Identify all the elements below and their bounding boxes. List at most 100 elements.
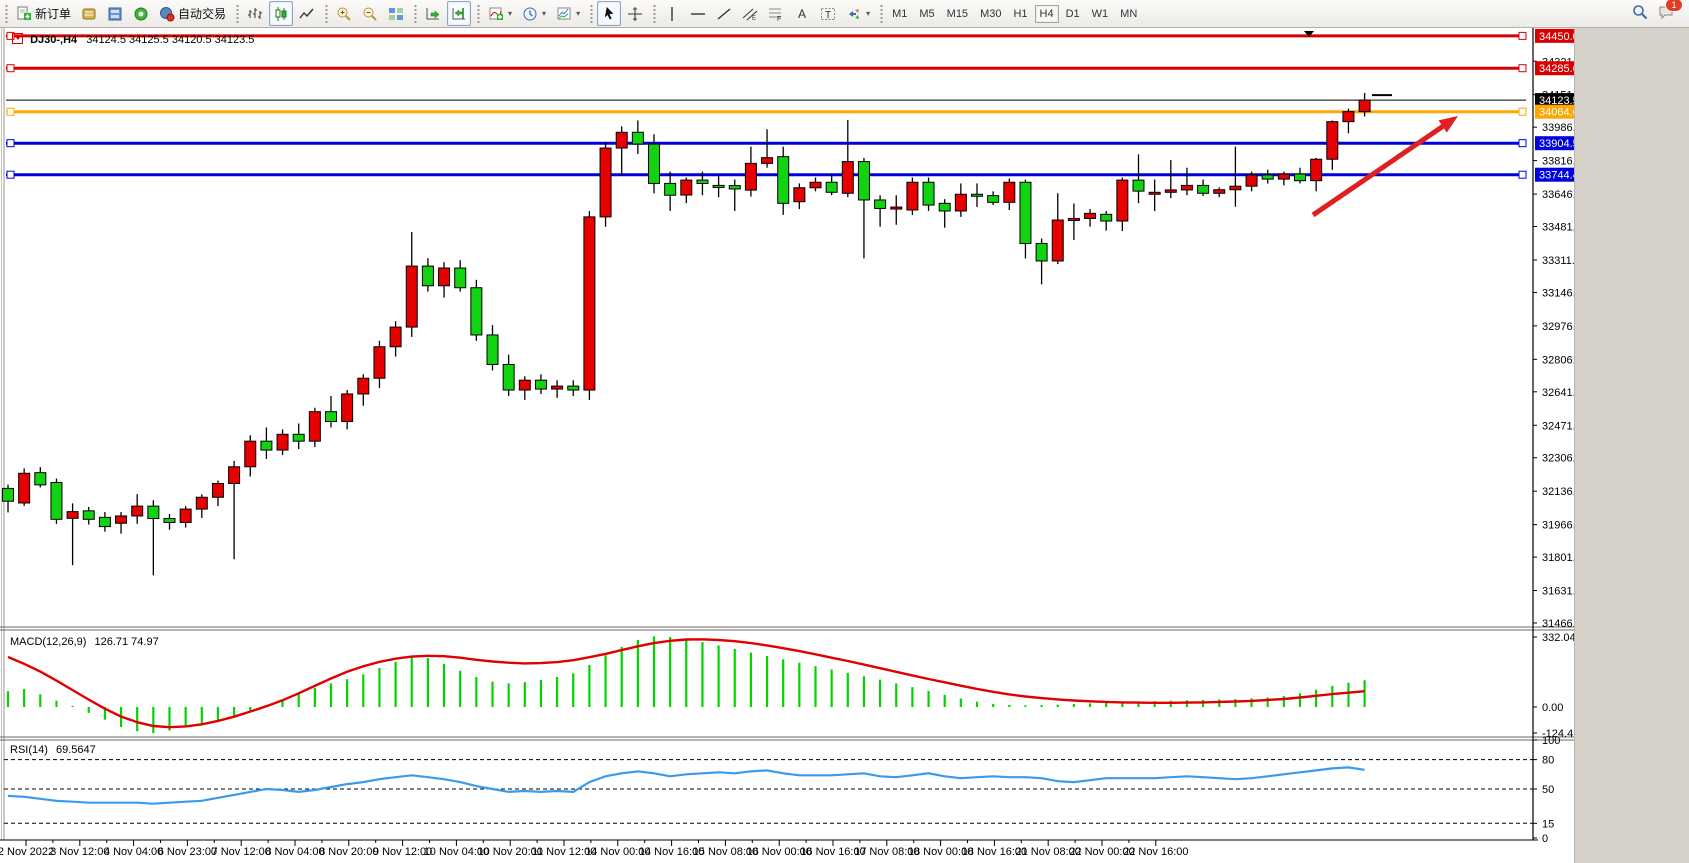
trendline-button[interactable]	[712, 1, 736, 26]
navigator-button[interactable]	[129, 1, 153, 26]
resistance-line-1-badge-text: 34450.0	[1539, 31, 1579, 43]
candle-body	[1311, 159, 1322, 180]
trading-terminal-window: { "toolbar":{ "groups":[ {"name":"trade"…	[0, 0, 1689, 863]
candle-body	[1020, 182, 1031, 243]
toolbar-right: 1	[1627, 1, 1679, 26]
resistance-line-2-right-handle[interactable]	[1519, 65, 1526, 72]
indicators-button[interactable]: ▾	[484, 1, 516, 26]
market-watch-button[interactable]	[77, 1, 101, 26]
chevron-down-icon[interactable]: ▾	[576, 9, 580, 18]
navigator-icon	[133, 6, 149, 22]
auto-trading-button[interactable]: 自动交易	[155, 1, 230, 26]
tf-w1[interactable]: W1	[1087, 5, 1114, 23]
candle-body	[229, 467, 240, 484]
auto-scroll-button[interactable]	[421, 1, 445, 26]
orange-level-line-right-handle[interactable]	[1519, 108, 1526, 115]
notifications-button[interactable]: 1	[1654, 1, 1678, 26]
search-button[interactable]	[1628, 1, 1652, 26]
rsi-value: 69.5647	[56, 744, 96, 756]
zoom-out-button[interactable]	[358, 1, 382, 26]
support-line-2-left-handle[interactable]	[7, 171, 14, 178]
svg-text:A: A	[798, 7, 806, 21]
group-grip	[589, 5, 594, 23]
candle-body	[1262, 175, 1273, 179]
tf-m15-label: M15	[947, 8, 968, 20]
time-axis-label: 4 Nov 04:00	[104, 846, 163, 858]
tf-m1[interactable]: M1	[887, 5, 912, 23]
candle-body	[293, 434, 304, 441]
time-axis-label: 7 Nov 12:00	[212, 846, 271, 858]
tf-h4[interactable]: H4	[1035, 5, 1059, 23]
zoom-in-button[interactable]	[332, 1, 356, 26]
resistance-line-2-left-handle[interactable]	[7, 65, 14, 72]
text-button[interactable]: A	[790, 1, 814, 26]
cursor-button[interactable]	[597, 1, 621, 26]
chart-shift-button[interactable]	[447, 1, 471, 26]
arrows-button[interactable]: ▾	[842, 1, 874, 26]
horizontal-line-button[interactable]	[686, 1, 710, 26]
candle-body	[600, 148, 611, 217]
candle-body	[358, 378, 369, 394]
candle-body	[858, 162, 869, 200]
tf-m30[interactable]: M30	[975, 5, 1006, 23]
tf-m5[interactable]: M5	[914, 5, 939, 23]
toolbar-group-pointer	[585, 0, 648, 27]
candle-body	[51, 483, 62, 520]
rsi-axis-label: 0	[1542, 833, 1548, 845]
candle-body	[907, 182, 918, 210]
rsi-axis-label: 15	[1542, 818, 1554, 830]
toolbar-group-trade: 新订单 自动交易	[0, 0, 231, 27]
chart-canvas[interactable]: 34321.034151.033986.033816.033646.033481…	[0, 28, 1689, 863]
trendline-icon	[716, 6, 732, 22]
support-line-2-right-handle[interactable]	[1519, 171, 1526, 178]
fibonacci-button[interactable]: F	[764, 1, 788, 26]
window-right-margin	[1574, 28, 1689, 863]
candle-body	[535, 380, 546, 389]
support-line-1-left-handle[interactable]	[7, 140, 14, 147]
equidistant-channel-button[interactable]: E	[738, 1, 762, 26]
indicators-icon	[488, 6, 504, 22]
symbol-marker-icon	[12, 33, 23, 44]
candle-body	[180, 509, 191, 522]
macd-name: MACD(12,26,9)	[10, 636, 86, 648]
vertical-line-button[interactable]	[660, 1, 684, 26]
new-order-button[interactable]: 新订单	[12, 1, 75, 26]
tf-h1[interactable]: H1	[1008, 5, 1032, 23]
tf-m15[interactable]: M15	[942, 5, 973, 23]
tile-windows-button[interactable]	[384, 1, 408, 26]
support-line-1-right-handle[interactable]	[1519, 140, 1526, 147]
toolbar-group-objects: EFAT ▾	[648, 0, 875, 27]
bar-chart-button[interactable]	[243, 1, 267, 26]
chevron-down-icon[interactable]: ▾	[542, 9, 546, 18]
candle-body	[519, 380, 530, 390]
candle-body	[164, 519, 175, 523]
candle-body	[568, 386, 579, 390]
symbol-period-label: DJ30-,H4	[30, 34, 77, 46]
orange-level-line-badge-text: 34064.6	[1539, 107, 1579, 119]
bar-chart-icon	[247, 6, 263, 22]
chart-shift-icon	[451, 6, 467, 22]
new-order-button-label: 新订单	[35, 5, 71, 22]
text-label-button[interactable]: T	[816, 1, 840, 26]
search-icon	[1632, 4, 1648, 23]
candle-body	[261, 441, 272, 450]
tf-d1[interactable]: D1	[1061, 5, 1085, 23]
candle-body	[422, 266, 433, 286]
templates-button[interactable]: ▾	[552, 1, 584, 26]
line-chart-button[interactable]	[295, 1, 319, 26]
time-axis-label: 8 Nov 20:00	[319, 846, 378, 858]
candle-body	[794, 188, 805, 202]
orange-level-line-left-handle[interactable]	[7, 108, 14, 115]
candle-body	[1359, 100, 1370, 112]
periods-button[interactable]: ▾	[518, 1, 550, 26]
data-window-button[interactable]	[103, 1, 127, 26]
chevron-down-icon[interactable]: ▾	[508, 9, 512, 18]
candlestick-chart-button[interactable]	[269, 1, 293, 26]
resistance-line-1-right-handle[interactable]	[1519, 32, 1526, 39]
crosshair-button[interactable]	[623, 1, 647, 26]
support-line-1-badge-text: 33904.5	[1539, 138, 1579, 150]
chevron-down-icon[interactable]: ▾	[866, 9, 870, 18]
tf-mn[interactable]: MN	[1115, 5, 1142, 23]
support-line-2-badge-text: 33744.4	[1539, 170, 1579, 182]
candle-body	[503, 364, 514, 390]
